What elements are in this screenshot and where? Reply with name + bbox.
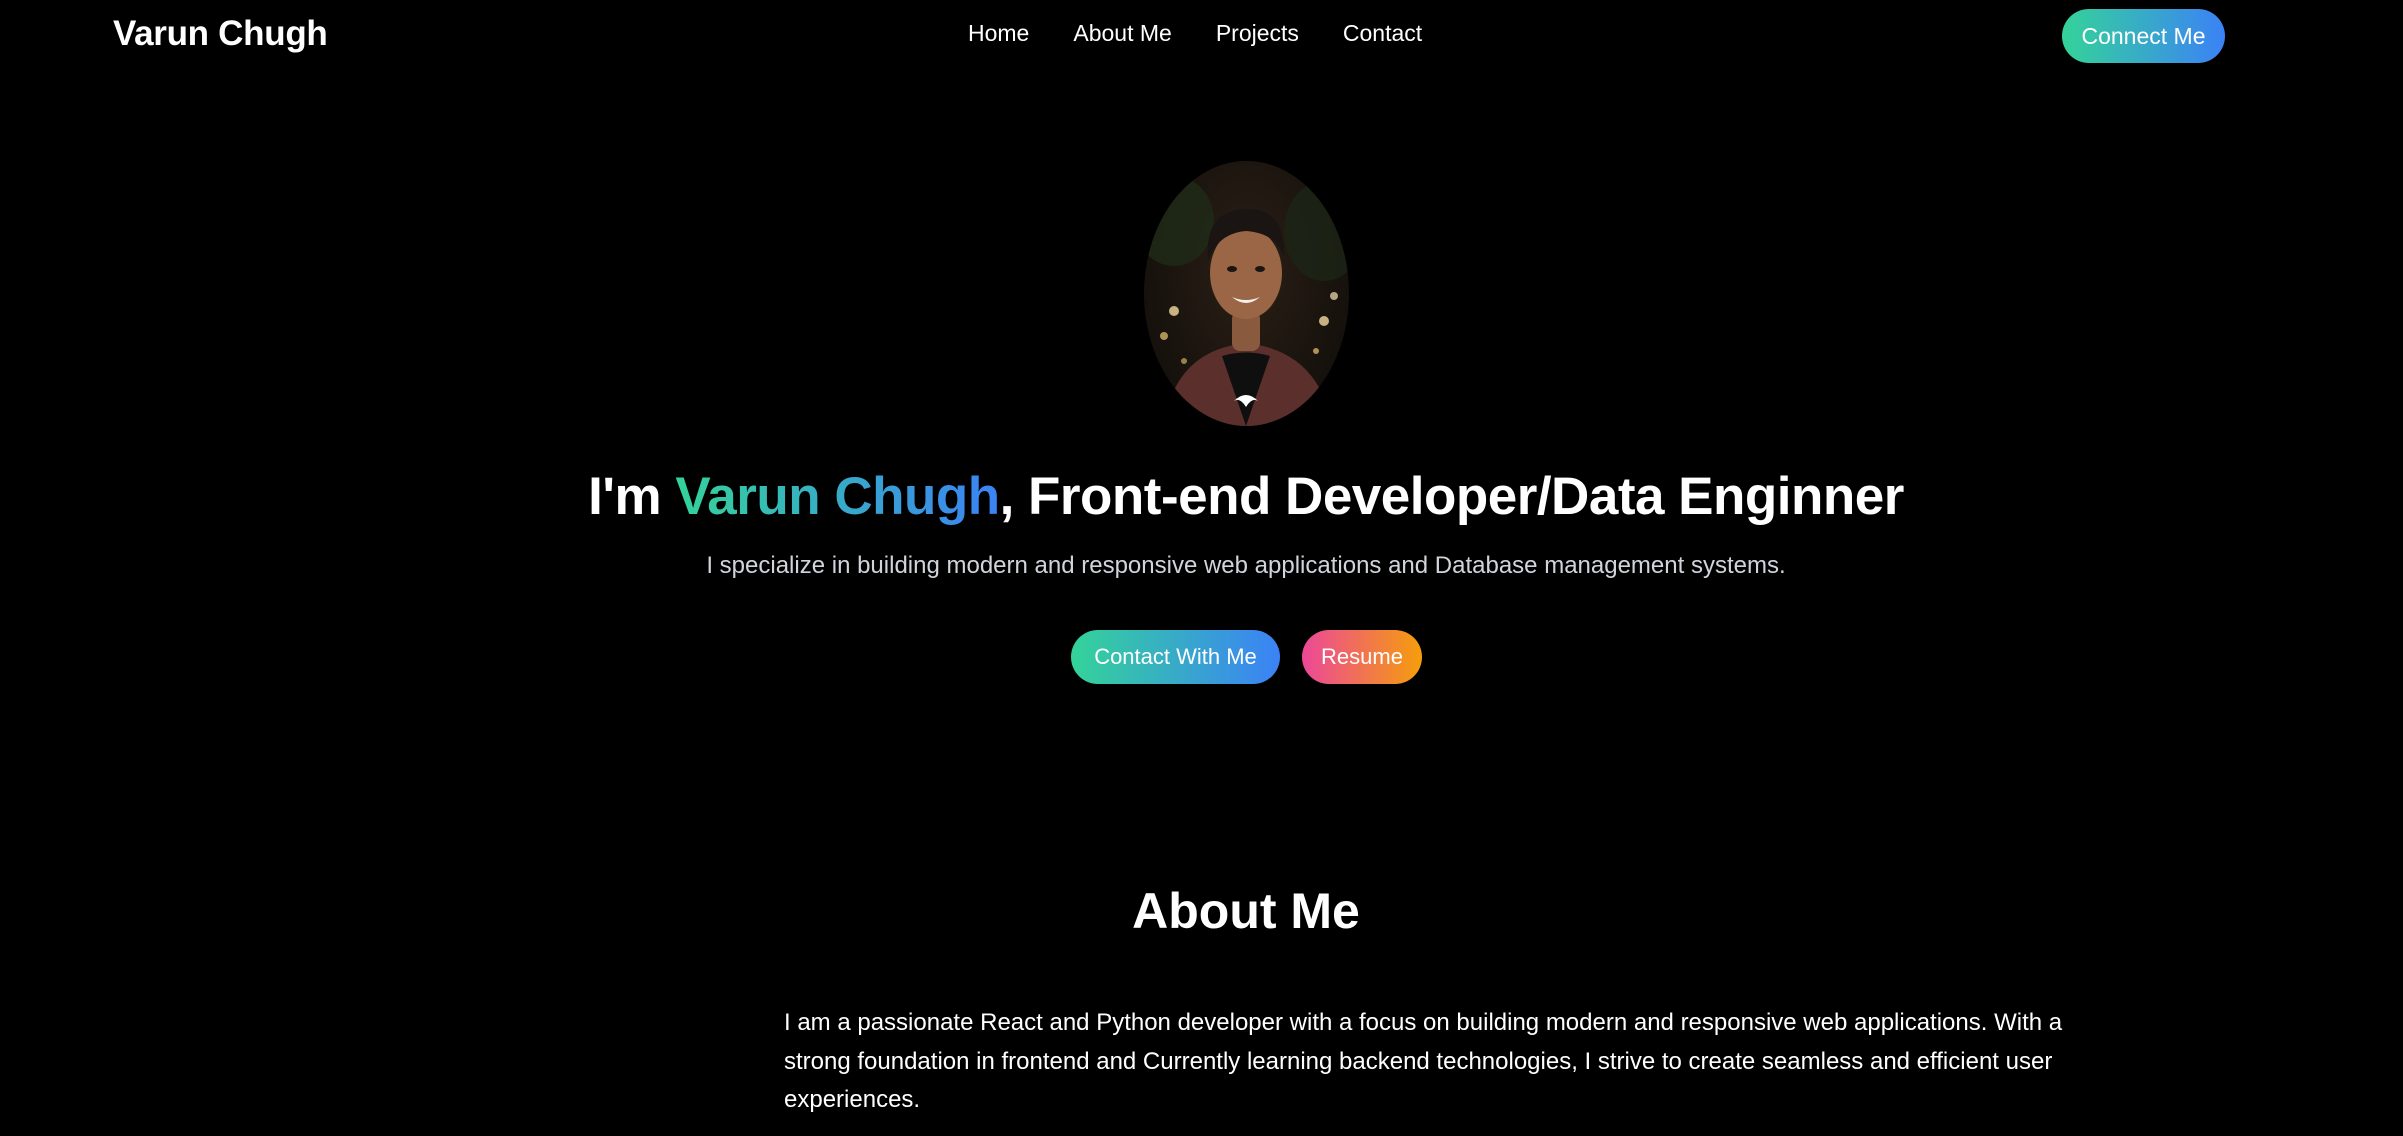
hero-title-name: Varun Chugh [675,467,1000,526]
portfolio-page: Varun Chugh Home About Me Projects Conta… [0,0,2403,1136]
hero-title-suffix: , Front-end Developer/Data Enginner [999,467,1905,526]
hero-title-prefix: I'm [588,467,676,526]
hero-title: I'm Varun Chugh, Front-end Developer/Dat… [0,466,2403,527]
navbar: Varun Chugh Home About Me Projects Conta… [0,0,2403,72]
nav-links: Home About Me Projects Contact [968,20,1422,47]
nav-link-contact[interactable]: Contact [1343,20,1422,47]
profile-photo [1144,176,1349,426]
about-body: I am a passionate React and Python devel… [784,1009,2063,1113]
hero-subtitle: I specialize in building modern and resp… [706,552,1786,579]
about-heading: About Me [1132,883,1360,939]
avatar [1144,161,1349,426]
nav-link-projects[interactable]: Projects [1216,20,1299,47]
site-logo[interactable]: Varun Chugh [113,14,328,54]
resume-button[interactable]: Resume [1302,630,1422,684]
connect-me-button[interactable]: Connect Me [2062,9,2225,63]
nav-link-about[interactable]: About Me [1073,20,1171,47]
contact-with-me-button[interactable]: Contact With Me [1071,630,1280,684]
nav-link-home[interactable]: Home [968,20,1029,47]
hero-buttons: Contact With Me Resume [1071,630,1422,684]
